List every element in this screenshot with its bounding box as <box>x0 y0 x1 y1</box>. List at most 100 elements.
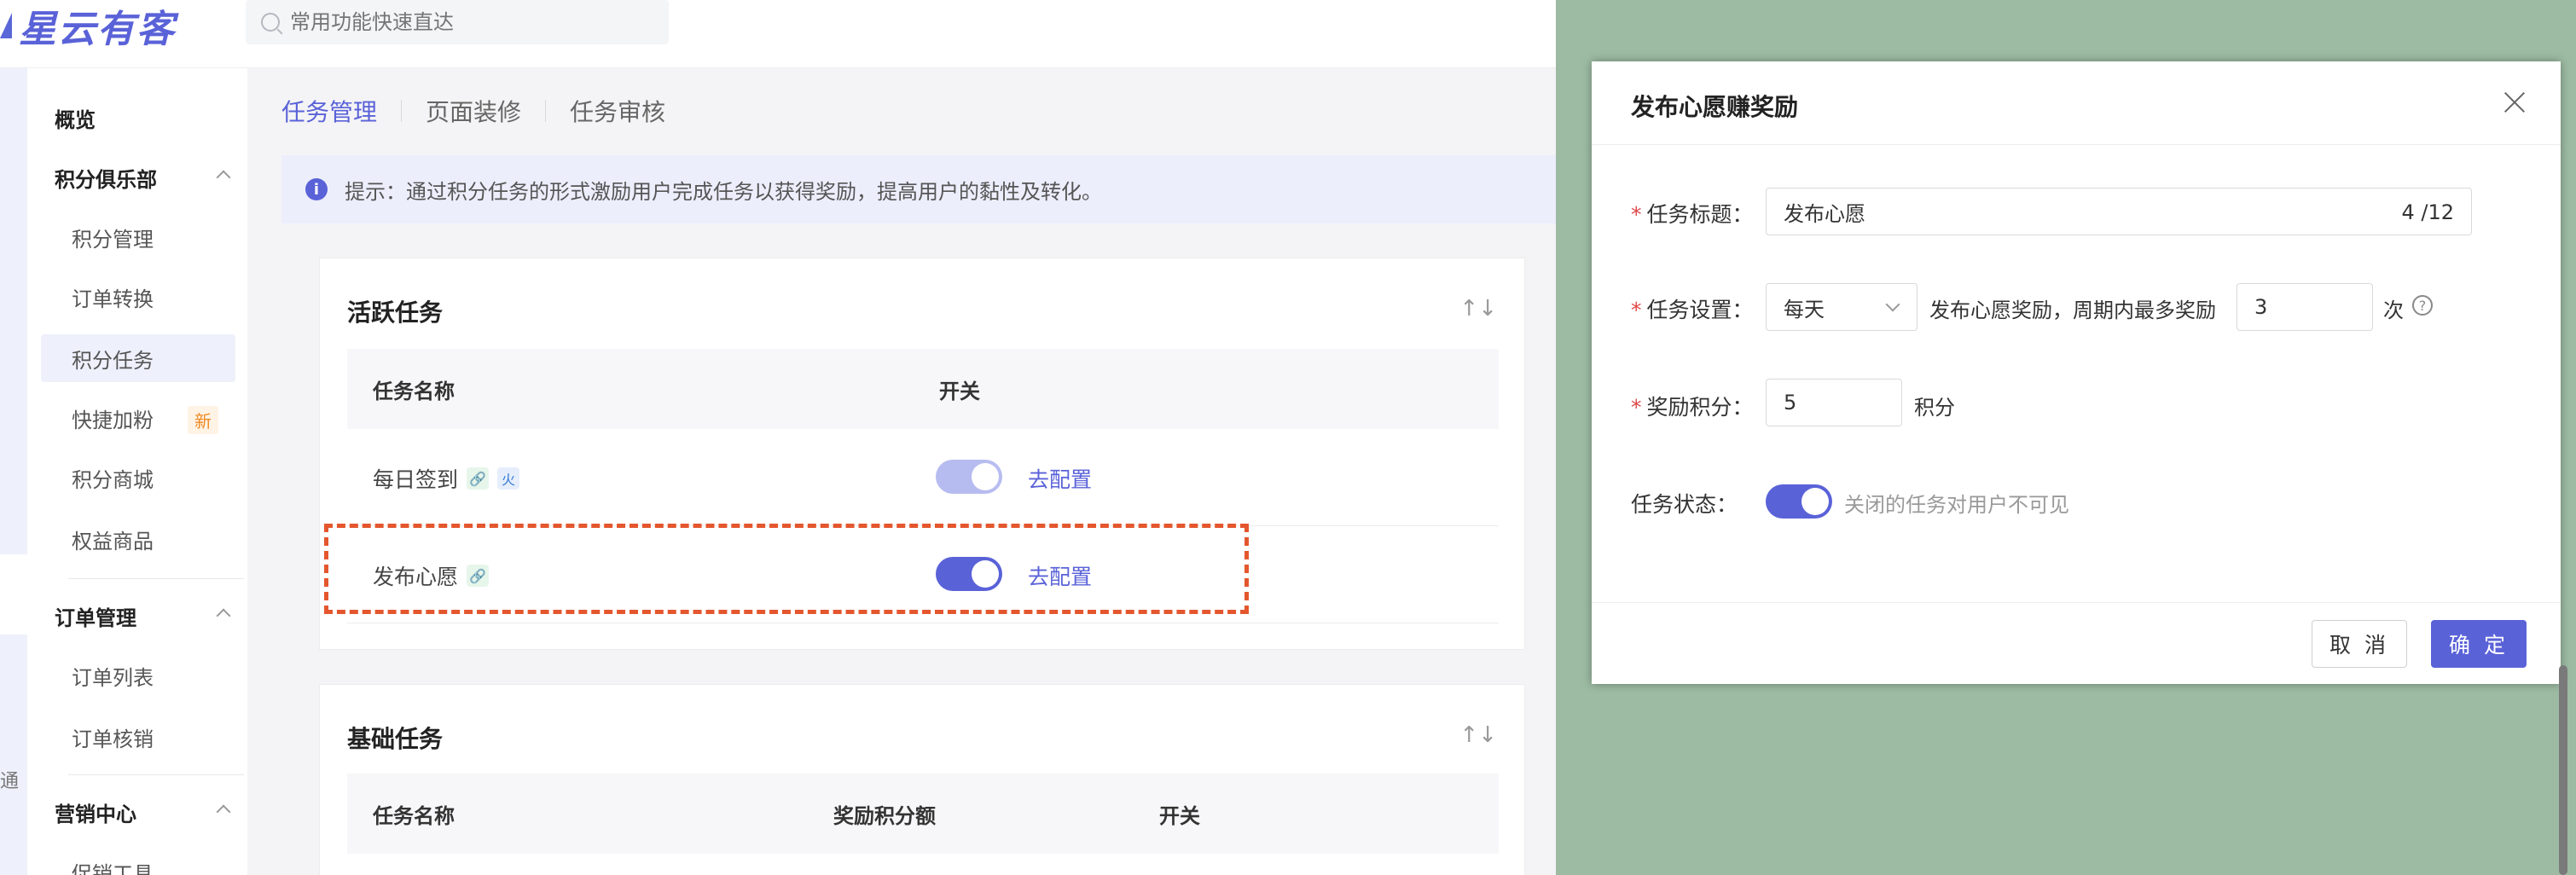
task-name-text: 每日签到 <box>373 467 459 492</box>
sidebar-divider <box>68 578 244 579</box>
sidebar-group-label: 订单管理 <box>55 606 136 630</box>
select-value: 每天 <box>1784 297 1825 322</box>
max-reward-count-input[interactable]: 3 <box>2237 283 2373 331</box>
new-badge: 新 <box>188 406 218 434</box>
toggle-knob <box>1801 488 1829 515</box>
task-title-label: * 任务标题： <box>1631 198 1754 229</box>
sidebar-item-points-mall[interactable]: 积分商城 <box>41 454 263 501</box>
task-title-input[interactable]: 发布心愿 4 /12 <box>1766 188 2472 235</box>
info-icon: i <box>305 178 328 200</box>
tip-text: 提示：通过积分任务的形式激励用户完成任务以获得奖励，提高用户的黏性及转化。 <box>345 179 1102 204</box>
logo-mark-icon <box>0 13 12 38</box>
required-mark: * <box>1631 202 1642 227</box>
sidebar-item-order-conversion[interactable]: 订单转换 <box>41 273 263 321</box>
dialog-footer: 取 消 确 定 <box>1592 602 2561 684</box>
quick-search[interactable] <box>246 0 669 44</box>
sidebar-group-label: 营销中心 <box>55 802 136 826</box>
chevron-up-icon <box>216 170 231 185</box>
page-tabs: 任务管理 页面装修 任务审核 <box>281 94 665 128</box>
sidebar-item-points-tasks[interactable]: 积分任务 <box>41 334 235 382</box>
sidebar-group-points-club[interactable]: 积分俱乐部 <box>41 154 263 201</box>
basic-tasks-card: 基础任务 ↑↓ 任务名称 奖励积分额 开关 <box>319 684 1525 875</box>
dialog-header: 发布心愿赚奖励 <box>1592 61 2561 145</box>
required-mark: * <box>1631 395 1642 420</box>
task-setting-label: * 任务设置： <box>1631 293 1754 324</box>
char-count: 4 /12 <box>2401 200 2454 224</box>
reward-points-input[interactable]: 5 <box>1766 379 1902 426</box>
input-value: 5 <box>1784 391 1797 414</box>
active-tasks-table-header: 任务名称 开关 <box>347 349 1499 429</box>
table-row: 每日签到 🔗 火 去配置 <box>347 429 1499 526</box>
task-name-daily-checkin: 每日签到 🔗 火 <box>373 463 520 494</box>
basic-tasks-table-header: 任务名称 奖励积分额 开关 <box>347 774 1499 854</box>
active-tasks-title: 活跃任务 <box>347 298 444 327</box>
column-header-reward-points: 奖励积分额 <box>833 803 936 828</box>
column-header-task-name: 任务名称 <box>373 379 455 403</box>
points-unit: 积分 <box>1914 396 1955 420</box>
main-app: 星云有客 通 概览 积分俱乐部 积分管理 订单转换 积分任务 快捷加粉 新 积分… <box>0 0 1556 875</box>
configure-link[interactable]: 去配置 <box>1028 463 1092 494</box>
times-unit: 次 <box>2383 298 2404 322</box>
dialog-title: 发布心愿赚奖励 <box>1631 93 1799 121</box>
chevron-down-icon <box>1885 297 1900 312</box>
input-value: 3 <box>2254 295 2268 319</box>
left-rail: 通 <box>0 68 27 875</box>
logo-text: 星云有客 <box>19 8 176 51</box>
help-icon[interactable]: ? <box>2412 295 2433 316</box>
sidebar-group-marketing-center[interactable]: 营销中心 <box>41 788 263 836</box>
rail-active-block <box>0 68 27 554</box>
scrollbar-thumb[interactable] <box>2559 665 2567 875</box>
fire-icon: 火 <box>497 467 520 490</box>
sidebar-item-quick-follow[interactable]: 快捷加粉 新 <box>41 394 263 442</box>
rail-label[interactable]: 通 <box>0 766 19 793</box>
sidebar-group-label: 积分俱乐部 <box>55 167 157 192</box>
sidebar-item-points-management[interactable]: 积分管理 <box>41 213 263 261</box>
task-status-hint: 关闭的任务对用户不可见 <box>1844 493 2069 517</box>
sidebar-item-promotion-tools[interactable]: 促销工具 <box>41 848 263 875</box>
task-toggle-daily-checkin[interactable] <box>936 460 1002 494</box>
tip-banner: i 提示：通过积分任务的形式激励用户完成任务以获得奖励，提高用户的黏性及转化。 <box>281 155 1556 223</box>
sort-icon[interactable]: ↑↓ <box>1459 296 1497 322</box>
label-text: 任务标题： <box>1646 202 1754 227</box>
task-setting-description: 发布心愿奖励，周期内最多奖励 <box>1929 298 2216 322</box>
chevron-up-icon <box>216 804 231 820</box>
reward-points-label: * 奖励积分： <box>1631 391 1754 421</box>
tab-separator <box>401 100 403 122</box>
publish-wish-dialog: 发布心愿赚奖励 * 任务标题： 发布心愿 4 /12 * 任务设置： 每天 发布心愿… <box>1592 61 2561 684</box>
task-status-toggle[interactable] <box>1766 484 1832 519</box>
required-mark: * <box>1631 298 1642 322</box>
search-input[interactable] <box>290 10 648 34</box>
link-icon: 🔗 <box>467 467 490 490</box>
basic-tasks-title: 基础任务 <box>347 725 444 753</box>
confirm-button[interactable]: 确 定 <box>2431 620 2527 668</box>
sidebar-divider <box>68 774 244 775</box>
period-select[interactable]: 每天 <box>1766 283 1917 331</box>
tab-separator <box>545 100 547 122</box>
tab-task-management[interactable]: 任务管理 <box>281 94 377 128</box>
chevron-up-icon <box>216 608 231 623</box>
sort-icon[interactable]: ↑↓ <box>1459 722 1497 748</box>
sidebar-item-label: 快捷加粉 <box>72 408 154 432</box>
sidebar: 概览 积分俱乐部 积分管理 订单转换 积分任务 快捷加粉 新 积分商城 权益商品… <box>27 68 247 875</box>
sidebar-item-order-list[interactable]: 订单列表 <box>41 652 263 699</box>
search-icon <box>261 13 280 32</box>
cancel-button[interactable]: 取 消 <box>2312 620 2407 668</box>
input-value: 发布心愿 <box>1784 201 1865 226</box>
tab-task-review[interactable]: 任务审核 <box>570 94 665 128</box>
toggle-knob <box>972 463 999 490</box>
tab-page-decoration[interactable]: 页面装修 <box>426 94 521 128</box>
label-text: 任务设置： <box>1646 298 1754 322</box>
highlight-annotation-box <box>324 524 1249 614</box>
sidebar-item-order-verification[interactable]: 订单核销 <box>41 713 263 761</box>
close-icon[interactable] <box>2503 90 2527 114</box>
app-logo[interactable]: 星云有客 <box>0 3 176 51</box>
sidebar-item-benefit-goods[interactable]: 权益商品 <box>41 515 263 563</box>
label-text: 奖励积分： <box>1646 395 1754 420</box>
top-bar: 星云有客 <box>0 0 1556 68</box>
column-header-task-name: 任务名称 <box>373 803 455 828</box>
column-header-switch: 开关 <box>1159 803 1200 828</box>
sidebar-group-order-management[interactable]: 订单管理 <box>41 592 263 640</box>
sidebar-item-overview[interactable]: 概览 <box>41 94 263 142</box>
task-status-label: 任务状态： <box>1631 492 1738 517</box>
column-header-switch: 开关 <box>939 379 980 403</box>
